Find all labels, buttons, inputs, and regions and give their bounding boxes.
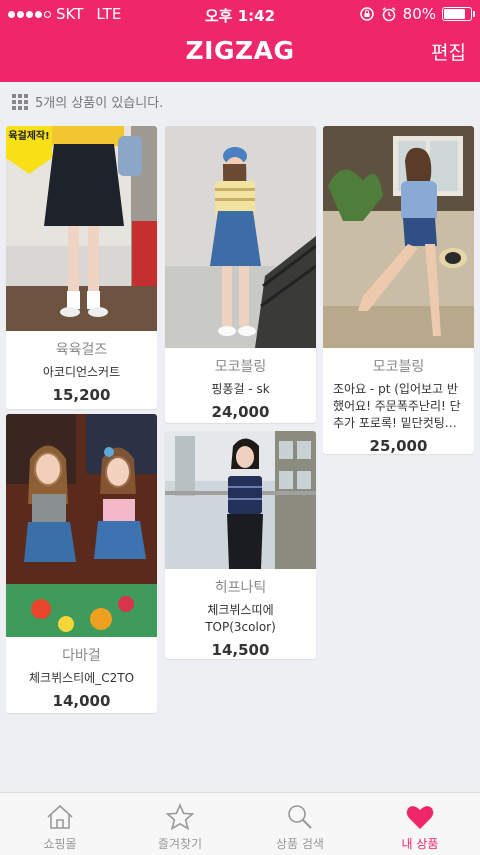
product-price: 25,000 <box>369 437 428 454</box>
product-name: 체크뷔스띠에 TOP(3color) <box>205 603 276 634</box>
tab-favorites[interactable]: 즐겨찾기 <box>120 793 240 855</box>
alarm-icon <box>382 7 396 22</box>
tab-label: 즐겨찾기 <box>157 837 203 851</box>
product-image: 육걸제작! <box>6 126 157 331</box>
product-count-row: 5개의 상품이 있습니다. <box>12 92 163 111</box>
shop-name: 모코블링 <box>372 359 425 375</box>
house-icon <box>47 804 73 829</box>
shop-name: 히프나틱 <box>214 580 267 596</box>
made-by-shop-badge: 육걸제작! <box>6 126 52 174</box>
grid-view-icon <box>12 93 28 110</box>
app-header: SKT LTE 오후 1:42 80% ZIGZAG 편집 <box>0 0 480 82</box>
battery-icon <box>442 7 475 21</box>
product-name: 핑퐁걸 - sk <box>211 382 270 396</box>
status-bar: SKT LTE 오후 1:42 80% <box>0 0 480 28</box>
product-image <box>323 126 474 348</box>
shop-name: 육육걸즈 <box>55 342 108 358</box>
product-name: 조아요 - pt (입어보고 반했어요! 주문폭주난리! 단추가 포로록! 밑단… <box>333 382 461 430</box>
heart-icon <box>406 806 434 829</box>
star-icon <box>165 803 195 831</box>
rotation-lock-icon <box>359 7 374 21</box>
tab-product-search[interactable]: 상품 검색 <box>240 793 360 855</box>
product-price: 14,500 <box>211 641 270 659</box>
tab-shopping-mall[interactable]: 쇼핑몰 <box>0 793 120 855</box>
product-price: 24,000 <box>211 403 270 421</box>
tab-label: 내 상품 <box>401 837 439 851</box>
bottom-tab-bar: 쇼핑몰 즐겨찾기 상품 검색 내 상품 <box>0 792 480 855</box>
product-card[interactable]: 모코블링 핑퐁걸 - sk 24,000 <box>165 126 316 423</box>
tab-my-products[interactable]: 내 상품 <box>360 793 480 855</box>
product-count-text: 5개의 상품이 있습니다. <box>35 96 164 111</box>
product-card[interactable]: 다바걸 체크뷔스티에_C2TO 14,000 <box>6 414 157 713</box>
search-icon <box>288 805 312 829</box>
product-card[interactable]: 육걸제작! 육육걸즈 아코디언스커트 15,200 <box>6 126 157 409</box>
product-card[interactable]: 모코블링 조아요 - pt (입어보고 반했어요! 주문폭주난리! 단추가 포로… <box>323 126 474 454</box>
edit-button[interactable]: 편집 <box>431 38 466 65</box>
product-price: 15,200 <box>52 386 111 404</box>
shop-name: 모코블링 <box>214 359 267 375</box>
product-image <box>165 126 316 348</box>
tab-label: 쇼핑몰 <box>43 837 77 851</box>
product-image <box>165 431 316 569</box>
shop-name: 다바걸 <box>62 648 101 664</box>
battery-percent: 80% <box>402 5 436 23</box>
product-name: 체크뷔스티에_C2TO <box>28 671 135 685</box>
product-price: 14,000 <box>52 692 111 710</box>
product-image <box>6 414 157 637</box>
tab-label: 상품 검색 <box>276 837 324 851</box>
product-name: 아코디언스커트 <box>42 365 121 379</box>
app-logo: ZIGZAG <box>185 36 295 65</box>
product-card[interactable]: 히프나틱 체크뷔스띠에 TOP(3color) 14,500 <box>165 431 316 659</box>
